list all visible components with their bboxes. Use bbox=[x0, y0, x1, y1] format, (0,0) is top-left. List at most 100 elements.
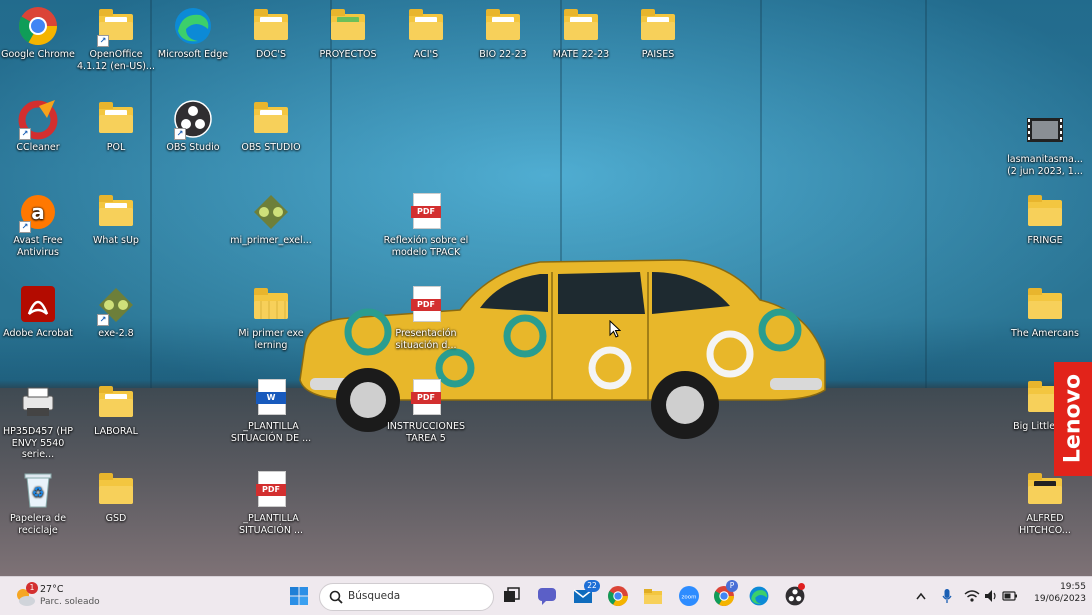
icon-label: Mi primer exe lerning bbox=[238, 328, 304, 351]
pdf-icon: PDF bbox=[405, 377, 447, 419]
desktop-icon-video-file[interactable]: lasmanitasma... (2 jun 2023, 1... bbox=[1000, 110, 1090, 177]
clock-time: 19:55 bbox=[1060, 582, 1086, 592]
desktop-icon-plantilla-pdf[interactable]: PDF _PLANTILLA SITUACIÓN ... bbox=[226, 469, 316, 536]
icon-label: exe-2.8 bbox=[98, 328, 134, 339]
folder-icon bbox=[95, 382, 137, 424]
folder-icon bbox=[1024, 284, 1066, 326]
shortcut-arrow-icon: ↗ bbox=[97, 35, 109, 47]
desktop-icon-exe-2-8[interactable]: ↗ exe-2.8 bbox=[71, 284, 161, 340]
shortcut-arrow-icon: ↗ bbox=[174, 128, 186, 140]
chrome-icon[interactable] bbox=[607, 585, 629, 607]
folder-icon bbox=[327, 5, 369, 47]
word-icon: W bbox=[250, 377, 292, 419]
folder-icon bbox=[250, 5, 292, 47]
battery-icon[interactable] bbox=[1002, 585, 1018, 607]
chat-icon[interactable] bbox=[536, 585, 558, 607]
desktop-icon-mi-primer-exe-lerning[interactable]: Mi primer exe lerning bbox=[226, 284, 316, 351]
search-icon bbox=[329, 590, 343, 604]
desktop-icon-alfred-hitchcock[interactable]: ALFRED HITCHCO... bbox=[1000, 469, 1090, 536]
icon-label: What sUp bbox=[93, 235, 139, 246]
lenovo-logo: Lenovo bbox=[1054, 362, 1092, 476]
icon-label: ALFRED HITCHCO... bbox=[1019, 513, 1071, 536]
start-icon[interactable] bbox=[288, 585, 310, 607]
clock[interactable]: 19:55 19/06/2023 bbox=[1026, 582, 1086, 610]
svg-text:a: a bbox=[31, 200, 45, 224]
openoffice-folder-icon: ↗ bbox=[95, 5, 137, 47]
exelearning-icon: ↗ bbox=[95, 284, 137, 326]
desktop-icon-laboral[interactable]: LABORAL bbox=[71, 382, 161, 438]
folder-icon bbox=[250, 98, 292, 140]
svg-text:zoom: zoom bbox=[682, 595, 697, 601]
chrome-profile-icon[interactable]: P bbox=[713, 580, 738, 607]
pdf-icon: PDF bbox=[405, 191, 447, 233]
yellow-car-wallpaper bbox=[299, 259, 826, 439]
wifi-icon[interactable] bbox=[964, 585, 980, 607]
desktop-icon-mi-primer-exel[interactable]: mi_primer_exel... bbox=[226, 191, 316, 247]
desktop-icon-instrucciones[interactable]: PDF INSTRUCCIONES TAREA 5 bbox=[381, 377, 471, 444]
desktop-icon-what-sup[interactable]: What sUp bbox=[71, 191, 161, 247]
desktop-icon-reflexion-tpack[interactable]: PDF Reflexión sobre el modelo TPACK bbox=[381, 191, 471, 258]
icon-label: OBS STUDIO bbox=[241, 142, 301, 153]
icon-label: The Amercans bbox=[1011, 328, 1079, 339]
volume-icon[interactable] bbox=[983, 585, 999, 607]
folder-icon bbox=[95, 191, 137, 233]
icon-label: _PLANTILLA SITUACIÓN DE ... bbox=[230, 421, 312, 444]
printer-icon bbox=[17, 382, 59, 424]
desktop-icon-obs-studio[interactable]: ↗ OBS Studio bbox=[148, 98, 238, 154]
taskbar: 1 27°C Parc. soleado Búsqueda 22 zoom P bbox=[0, 576, 1092, 615]
icon-label: lasmanitasma... (2 jun 2023, 1... bbox=[1007, 154, 1083, 177]
obs-icon[interactable] bbox=[784, 583, 806, 607]
search-placeholder: Búsqueda bbox=[348, 590, 401, 602]
svg-text:♻: ♻ bbox=[32, 485, 45, 501]
icon-label: FRINGE bbox=[1027, 235, 1063, 246]
shortcut-arrow-icon: ↗ bbox=[19, 221, 31, 233]
folder-icon bbox=[405, 5, 447, 47]
ccleaner-icon: ↗ bbox=[17, 98, 59, 140]
desktop-icon-microsoft-edge[interactable]: Microsoft Edge bbox=[148, 5, 238, 61]
desktop-icon-presentacion[interactable]: PDF Presentación situación d... bbox=[381, 284, 471, 351]
folder-icon bbox=[95, 469, 137, 511]
obs-icon: ↗ bbox=[172, 98, 214, 140]
acrobat-icon bbox=[17, 284, 59, 326]
zip-folder-icon bbox=[250, 284, 292, 326]
icon-label: INSTRUCCIONES TAREA 5 bbox=[387, 421, 465, 444]
desktop-icon-plantilla-word[interactable]: W _PLANTILLA SITUACIÓN DE ... bbox=[226, 377, 316, 444]
weather-temp: 27°C bbox=[40, 584, 64, 595]
microphone-icon[interactable] bbox=[940, 585, 954, 607]
folder-icon bbox=[560, 5, 602, 47]
profile-badge: P bbox=[726, 580, 738, 592]
search-input[interactable]: Búsqueda bbox=[319, 583, 494, 611]
desktop-icon-gsd[interactable]: GSD bbox=[71, 469, 161, 525]
zoom-icon[interactable]: zoom bbox=[678, 585, 700, 607]
mouse-cursor-icon bbox=[609, 320, 621, 338]
desktop-icon-the-amercans[interactable]: The Amercans bbox=[1000, 284, 1090, 340]
task-view-icon[interactable] bbox=[500, 585, 522, 607]
clock-date: 19/06/2023 bbox=[1034, 594, 1086, 604]
desktop-icon-bio[interactable]: BIO 22-23 bbox=[458, 5, 548, 61]
video-file-icon bbox=[1024, 110, 1066, 152]
desktop-icon-proyectos[interactable]: PROYECTOS bbox=[303, 5, 393, 61]
desktop-icon-fringe[interactable]: FRINGE bbox=[1000, 191, 1090, 247]
mail-badge: 22 bbox=[584, 580, 600, 592]
exelearning-icon bbox=[250, 191, 292, 233]
icon-label: LABORAL bbox=[94, 426, 138, 437]
chevron-up-icon[interactable] bbox=[914, 585, 928, 607]
recording-dot bbox=[798, 583, 805, 590]
pdf-icon: PDF bbox=[405, 284, 447, 326]
recycle-bin-icon: ♻ bbox=[17, 469, 59, 511]
shortcut-arrow-icon: ↗ bbox=[19, 128, 31, 140]
file-explorer-icon[interactable] bbox=[642, 585, 664, 607]
icon-label: GSD bbox=[105, 513, 127, 524]
weather-condition: Parc. soleado bbox=[40, 597, 100, 607]
icon-label: Reflexión sobre el modelo TPACK bbox=[383, 235, 469, 258]
mail-icon[interactable]: 22 bbox=[572, 580, 600, 607]
weather-widget[interactable]: 1 27°C Parc. soleado bbox=[12, 580, 122, 612]
desktop-icon-paises[interactable]: PAISES bbox=[613, 5, 703, 61]
desktop-icon-obs-studio-folder[interactable]: OBS STUDIO bbox=[226, 98, 316, 154]
edge-icon[interactable] bbox=[748, 585, 770, 607]
icon-label: PAISES bbox=[641, 49, 675, 60]
avast-icon: a ↗ bbox=[17, 191, 59, 233]
chrome-icon bbox=[17, 5, 59, 47]
shortcut-arrow-icon: ↗ bbox=[97, 314, 109, 326]
icon-label: OBS Studio bbox=[166, 142, 220, 153]
